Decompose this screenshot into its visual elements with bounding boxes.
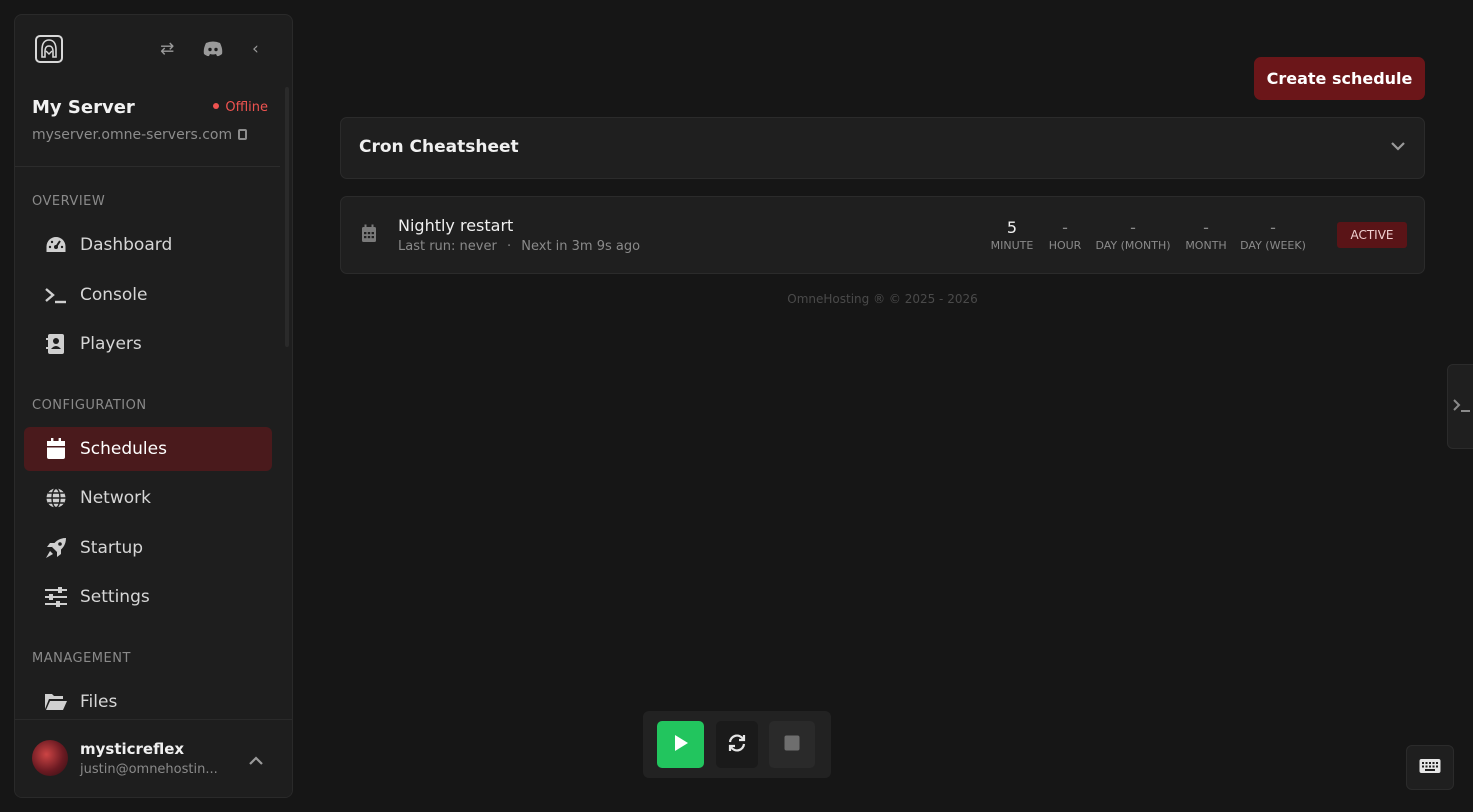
status-badge: ACTIVE bbox=[1337, 222, 1407, 248]
discord-icon[interactable] bbox=[202, 41, 224, 62]
chevron-down-icon[interactable] bbox=[1390, 136, 1406, 160]
sidebar-item-startup[interactable]: Startup bbox=[24, 526, 272, 570]
sidebar-item-label: Dashboard bbox=[80, 235, 173, 255]
status-dot-icon bbox=[213, 103, 220, 109]
rocket-icon bbox=[44, 536, 68, 560]
status-badge: Offline bbox=[213, 100, 268, 115]
keyboard-icon bbox=[1419, 758, 1441, 778]
user-name: mysticreflex bbox=[80, 740, 185, 758]
schedule-name: Nightly restart bbox=[398, 216, 514, 235]
cron-label: MONTH bbox=[1185, 239, 1227, 252]
logo-icon[interactable] bbox=[35, 35, 63, 63]
sidebar-item-label: Players bbox=[80, 334, 142, 354]
server-info: My Server Offline myserver.omne-servers.… bbox=[15, 85, 280, 167]
start-button[interactable] bbox=[657, 721, 704, 768]
cron-value: - bbox=[1062, 218, 1068, 237]
section-management: MANAGEMENT bbox=[32, 651, 131, 666]
sliders-icon bbox=[44, 585, 68, 609]
cheatsheet-title: Cron Cheatsheet bbox=[359, 137, 519, 157]
avatar bbox=[32, 740, 68, 776]
play-icon bbox=[672, 733, 690, 757]
cron-day-month: - DAY (MONTH) bbox=[1095, 218, 1170, 252]
sidebar-item-label: Startup bbox=[80, 538, 144, 558]
calendar-icon bbox=[44, 437, 68, 461]
sidebar-item-label: Console bbox=[80, 285, 148, 305]
sidebar-item-label: Files bbox=[80, 692, 118, 712]
cron-value: - bbox=[1203, 218, 1209, 237]
schedule-meta: Last run: never · Next in 3m 9s ago bbox=[398, 239, 640, 254]
cron-hour: - HOUR bbox=[1049, 218, 1082, 252]
meta-separator: · bbox=[506, 239, 512, 254]
cron-month: - MONTH bbox=[1185, 218, 1226, 252]
footer-copyright: OmneHosting ® © 2025 - 2026 bbox=[787, 292, 978, 306]
user-email: justin@omnehostin... bbox=[80, 762, 218, 777]
schedule-row[interactable]: Nightly restart Last run: never · Next i… bbox=[340, 196, 1425, 274]
sidebar-item-label: Network bbox=[80, 488, 151, 508]
refresh-icon bbox=[727, 733, 747, 757]
swap-icon[interactable]: ⇄ bbox=[160, 39, 174, 59]
sidebar-item-label: Settings bbox=[80, 587, 150, 607]
sidebar-item-players[interactable]: Players bbox=[24, 322, 272, 366]
cron-minute: 5 MINUTE bbox=[991, 218, 1034, 252]
gauge-icon bbox=[44, 233, 68, 257]
sidebar-item-dashboard[interactable]: Dashboard bbox=[24, 223, 272, 267]
last-run-text: Last run: never bbox=[398, 239, 497, 254]
hostname-text: myserver.omne-servers.com bbox=[32, 127, 233, 143]
next-run-text: Next in 3m 9s ago bbox=[521, 239, 641, 254]
cron-label: HOUR bbox=[1048, 239, 1082, 252]
cron-value: 5 bbox=[1006, 218, 1018, 237]
create-schedule-button[interactable]: Create schedule bbox=[1254, 57, 1425, 100]
sidebar-item-console[interactable]: Console bbox=[24, 273, 272, 317]
stop-icon bbox=[784, 735, 800, 755]
chevron-up-icon[interactable] bbox=[248, 750, 264, 771]
cron-value: - bbox=[1130, 218, 1136, 237]
power-controls bbox=[643, 711, 831, 778]
folder-open-icon bbox=[44, 690, 68, 714]
restart-button[interactable] bbox=[716, 721, 758, 768]
copy-icon[interactable] bbox=[238, 129, 248, 140]
terminal-icon bbox=[44, 283, 68, 307]
server-hostname: myserver.omne-servers.com bbox=[32, 127, 263, 143]
calendar-icon bbox=[361, 224, 377, 247]
cron-day-week: - DAY (WEEK) bbox=[1240, 218, 1306, 252]
chevron-left-icon[interactable]: ‹ bbox=[252, 39, 259, 59]
terminal-icon bbox=[1452, 397, 1472, 417]
globe-icon bbox=[44, 486, 68, 510]
sidebar: ⇄ ‹ My Server Offline myserver.omne-serv… bbox=[14, 14, 293, 798]
sidebar-item-schedules[interactable]: Schedules bbox=[24, 427, 272, 471]
contact-book-icon bbox=[44, 332, 68, 356]
cron-label: DAY (WEEK) bbox=[1240, 239, 1306, 252]
sidebar-header: ⇄ ‹ bbox=[15, 15, 292, 85]
keyboard-shortcuts-button[interactable] bbox=[1406, 745, 1454, 790]
status-label: Offline bbox=[225, 100, 268, 115]
sidebar-item-network[interactable]: Network bbox=[24, 476, 272, 520]
section-configuration: CONFIGURATION bbox=[32, 398, 147, 413]
cron-label: MINUTE bbox=[990, 239, 1034, 252]
cron-label: DAY (MONTH) bbox=[1095, 239, 1171, 252]
section-overview: OVERVIEW bbox=[32, 194, 106, 209]
sidebar-item-label: Schedules bbox=[80, 439, 167, 459]
sidebar-item-files[interactable]: Files bbox=[24, 680, 272, 724]
stop-button[interactable] bbox=[769, 721, 815, 768]
cron-value: - bbox=[1270, 218, 1276, 237]
sidebar-item-settings[interactable]: Settings bbox=[24, 575, 272, 619]
sidebar-scrollbar[interactable] bbox=[285, 87, 289, 347]
user-menu[interactable]: mysticreflex justin@omnehostin... bbox=[15, 719, 292, 797]
cron-cheatsheet-panel[interactable]: Cron Cheatsheet bbox=[340, 117, 1425, 179]
console-drawer-tab[interactable] bbox=[1447, 364, 1473, 449]
